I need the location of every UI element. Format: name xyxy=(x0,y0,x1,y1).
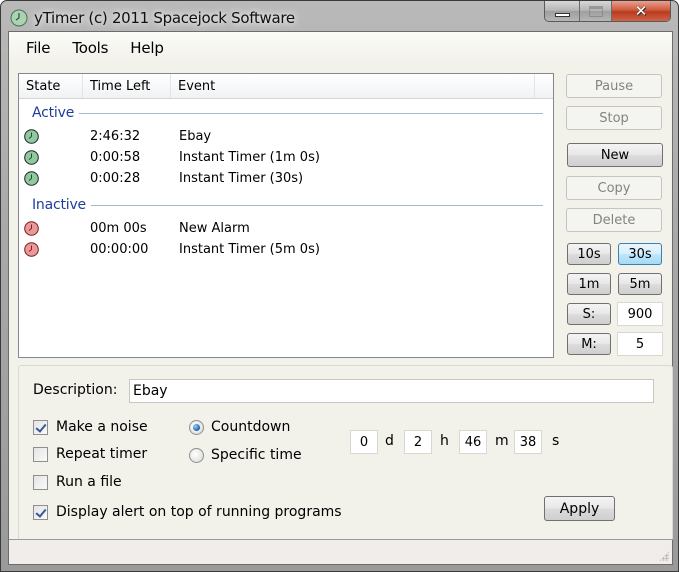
group-header-active[interactable]: Active xyxy=(19,103,553,123)
close-icon: ✕ xyxy=(634,2,648,20)
pause-button[interactable]: Pause xyxy=(566,74,662,98)
event-name: Instant Timer (30s) xyxy=(179,171,304,186)
seconds-timer-button[interactable]: S: xyxy=(567,303,611,325)
maximize-button[interactable] xyxy=(580,1,612,21)
radio-selected[interactable] xyxy=(189,419,204,435)
stop-button[interactable]: Stop xyxy=(566,106,662,130)
seconds-unit: s xyxy=(552,433,560,449)
menu-tools[interactable]: Tools xyxy=(72,39,108,57)
radio-label: Countdown xyxy=(211,419,291,435)
time-left: 0:00:58 xyxy=(90,150,141,165)
group-divider xyxy=(79,112,543,114)
repeat-timer-checkbox[interactable]: Repeat timer xyxy=(33,446,147,462)
menu-bar: File Tools Help xyxy=(9,32,672,64)
specific-time-radio[interactable]: Specific time xyxy=(189,447,302,463)
ytimer-window: yTimer (c) 2011 Spacejock Software ✕ Fil… xyxy=(0,0,679,572)
list-header: State Time Left Event xyxy=(19,74,553,99)
description-input[interactable]: Ebay xyxy=(129,379,654,403)
column-header-event[interactable]: Event xyxy=(171,74,535,98)
checkbox-unchecked[interactable] xyxy=(33,446,48,462)
window-title: yTimer (c) 2011 Spacejock Software xyxy=(34,9,295,27)
menu-file[interactable]: File xyxy=(26,39,51,57)
days-input[interactable]: 0 xyxy=(350,430,378,454)
radio-label: Specific time xyxy=(211,447,302,463)
green-clock-icon xyxy=(24,171,39,186)
minimize-icon xyxy=(554,13,570,17)
minimize-button[interactable] xyxy=(545,1,580,21)
minutes-duration-input[interactable]: 46 xyxy=(459,430,487,454)
radio-unselected[interactable] xyxy=(189,447,204,463)
timer-list[interactable]: State Time Left Event Active 2:46:32 Eba… xyxy=(18,73,554,358)
client-area: File Tools Help State Time Left Event Ac… xyxy=(8,31,673,565)
time-left: 2:46:32 xyxy=(90,129,141,144)
checkbox-label: Repeat timer xyxy=(56,446,148,462)
run-file-checkbox[interactable]: Run a file xyxy=(33,474,122,490)
checkbox-label: Make a noise xyxy=(56,419,148,435)
delete-button[interactable]: Delete xyxy=(566,208,662,232)
description-label: Description: xyxy=(33,382,118,398)
timer-details-panel: Description: Ebay Make a noise Repeat ti… xyxy=(18,365,673,541)
minutes-timer-button[interactable]: M: xyxy=(567,333,611,355)
checkbox-checked[interactable] xyxy=(33,504,48,520)
caption-buttons: ✕ xyxy=(544,1,671,22)
checkbox-label: Run a file xyxy=(56,474,122,490)
menu-help[interactable]: Help xyxy=(130,39,164,57)
event-name: Instant Timer (5m 0s) xyxy=(179,242,320,257)
group-divider xyxy=(90,204,543,206)
status-bar xyxy=(9,539,672,564)
quick-5m-button[interactable]: 5m xyxy=(618,273,662,295)
red-clock-icon xyxy=(24,242,39,257)
copy-button[interactable]: Copy xyxy=(566,176,662,200)
group-label: Active xyxy=(32,105,75,121)
time-left: 00m 00s xyxy=(90,221,147,236)
quick-10s-button[interactable]: 10s xyxy=(567,243,611,265)
time-left: 00:00:00 xyxy=(90,242,149,257)
table-row[interactable]: 0:00:58 Instant Timer (1m 0s) xyxy=(19,147,553,168)
minutes-input[interactable]: 5 xyxy=(617,332,663,356)
maximize-icon xyxy=(588,5,603,17)
event-name: New Alarm xyxy=(179,221,250,236)
red-clock-icon xyxy=(24,221,39,236)
seconds-input[interactable]: 900 xyxy=(617,302,663,326)
table-row[interactable]: 2:46:32 Ebay xyxy=(19,126,553,147)
table-row[interactable]: 0:00:28 Instant Timer (30s) xyxy=(19,168,553,189)
clock-icon xyxy=(10,9,28,27)
minutes-unit: m xyxy=(495,433,509,449)
green-clock-icon xyxy=(24,150,39,165)
resize-grip[interactable] xyxy=(659,551,669,561)
hours-input[interactable]: 2 xyxy=(404,430,432,454)
make-noise-checkbox[interactable]: Make a noise xyxy=(33,419,148,435)
days-unit: d xyxy=(385,433,394,449)
column-header-filler xyxy=(535,74,553,98)
table-row[interactable]: 00:00:00 Instant Timer (5m 0s) xyxy=(19,239,553,260)
event-name: Ebay xyxy=(179,129,212,144)
table-row[interactable]: 00m 00s New Alarm xyxy=(19,218,553,239)
apply-button[interactable]: Apply xyxy=(544,496,615,521)
green-clock-icon xyxy=(24,129,39,144)
seconds-duration-input[interactable]: 38 xyxy=(514,430,542,454)
column-header-state[interactable]: State xyxy=(19,74,83,98)
column-header-time-left[interactable]: Time Left xyxy=(83,74,171,98)
title-bar[interactable]: yTimer (c) 2011 Spacejock Software ✕ xyxy=(1,1,678,35)
new-button[interactable]: New xyxy=(567,143,663,167)
checkbox-unchecked[interactable] xyxy=(33,474,48,490)
group-header-inactive[interactable]: Inactive xyxy=(19,195,553,215)
close-button[interactable]: ✕ xyxy=(612,1,670,21)
quick-1m-button[interactable]: 1m xyxy=(567,273,611,295)
quick-30s-button[interactable]: 30s xyxy=(618,243,662,265)
display-alert-checkbox[interactable]: Display alert on top of running programs xyxy=(33,504,342,520)
event-name: Instant Timer (1m 0s) xyxy=(179,150,320,165)
hours-unit: h xyxy=(440,433,449,449)
group-label: Inactive xyxy=(32,197,86,213)
countdown-radio[interactable]: Countdown xyxy=(189,419,290,435)
time-left: 0:00:28 xyxy=(90,171,141,186)
checkbox-label: Display alert on top of running programs xyxy=(56,504,342,520)
checkbox-checked[interactable] xyxy=(33,419,48,435)
